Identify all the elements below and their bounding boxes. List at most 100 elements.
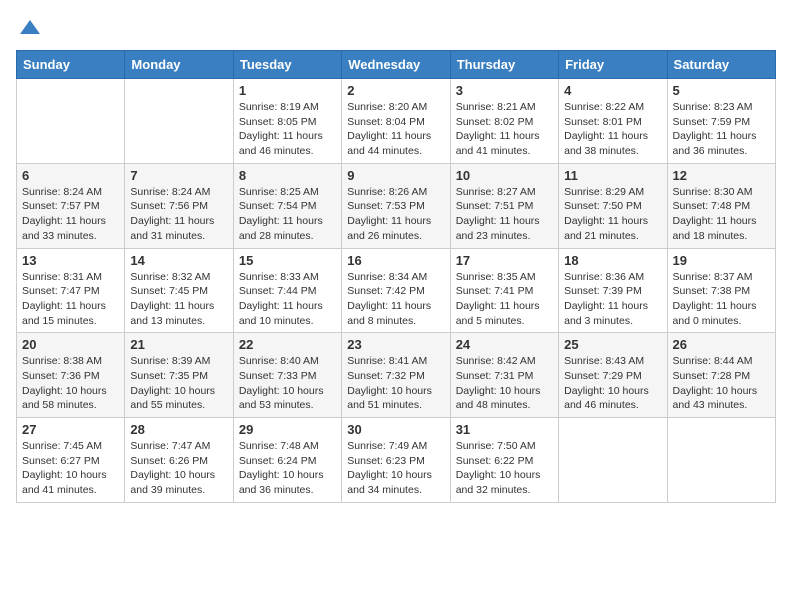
day-info: Sunrise: 8:37 AM Sunset: 7:38 PM Dayligh…	[673, 270, 770, 329]
day-number: 28	[130, 422, 227, 437]
weekday-wednesday: Wednesday	[342, 51, 450, 79]
calendar-cell: 19 Sunrise: 8:37 AM Sunset: 7:38 PM Dayli…	[667, 248, 775, 333]
calendar-cell: 17Sunrise: 8:35 AM Sunset: 7:41 PM Dayli…	[450, 248, 558, 333]
calendar-cell: 25 Sunrise: 8:43 AM Sunset: 7:29 PM Dayli…	[559, 333, 667, 418]
calendar-body: 1 Sunrise: 8:19 AM Sunset: 8:05 PM Daylig…	[17, 79, 776, 503]
calendar-cell: 29 Sunrise: 7:48 AM Sunset: 6:24 PM Dayli…	[233, 418, 341, 503]
day-info: Sunrise: 8:29 AM Sunset: 7:50 PM Dayligh…	[564, 185, 661, 244]
day-info: Sunrise: 8:22 AM Sunset: 8:01 PM Dayligh…	[564, 100, 661, 159]
day-info: Sunrise: 8:34 AM Sunset: 7:42 PM Dayligh…	[347, 270, 444, 329]
calendar-cell: 13Sunrise: 8:31 AM Sunset: 7:47 PM Dayli…	[17, 248, 125, 333]
calendar-cell: 26 Sunrise: 8:44 AM Sunset: 7:28 PM Dayli…	[667, 333, 775, 418]
day-number: 29	[239, 422, 336, 437]
day-info: Sunrise: 8:25 AM Sunset: 7:54 PM Dayligh…	[239, 185, 336, 244]
day-number: 5	[673, 83, 770, 98]
day-info: Sunrise: 8:44 AM Sunset: 7:28 PM Dayligh…	[673, 354, 770, 413]
day-number: 9	[347, 168, 444, 183]
day-number: 10	[456, 168, 553, 183]
day-info: Sunrise: 8:39 AM Sunset: 7:35 PM Dayligh…	[130, 354, 227, 413]
weekday-friday: Friday	[559, 51, 667, 79]
calendar-cell: 1 Sunrise: 8:19 AM Sunset: 8:05 PM Daylig…	[233, 79, 341, 164]
calendar-cell: 10 Sunrise: 8:27 AM Sunset: 7:51 PM Dayli…	[450, 163, 558, 248]
week-row-3: 13Sunrise: 8:31 AM Sunset: 7:47 PM Dayli…	[17, 248, 776, 333]
day-info: Sunrise: 7:47 AM Sunset: 6:26 PM Dayligh…	[130, 439, 227, 498]
day-info: Sunrise: 7:45 AM Sunset: 6:27 PM Dayligh…	[22, 439, 119, 498]
day-number: 3	[456, 83, 553, 98]
calendar-cell: 8Sunrise: 8:25 AM Sunset: 7:54 PM Daylig…	[233, 163, 341, 248]
day-info: Sunrise: 8:24 AM Sunset: 7:57 PM Dayligh…	[22, 185, 119, 244]
day-info: Sunrise: 7:49 AM Sunset: 6:23 PM Dayligh…	[347, 439, 444, 498]
day-number: 19	[673, 253, 770, 268]
day-number: 23	[347, 337, 444, 352]
day-info: Sunrise: 8:38 AM Sunset: 7:36 PM Dayligh…	[22, 354, 119, 413]
day-info: Sunrise: 8:30 AM Sunset: 7:48 PM Dayligh…	[673, 185, 770, 244]
day-info: Sunrise: 8:42 AM Sunset: 7:31 PM Dayligh…	[456, 354, 553, 413]
calendar-cell: 30 Sunrise: 7:49 AM Sunset: 6:23 PM Dayli…	[342, 418, 450, 503]
day-number: 14	[130, 253, 227, 268]
calendar-cell: 18Sunrise: 8:36 AM Sunset: 7:39 PM Dayli…	[559, 248, 667, 333]
day-info: Sunrise: 8:23 AM Sunset: 7:59 PM Dayligh…	[673, 100, 770, 159]
week-row-5: 27Sunrise: 7:45 AM Sunset: 6:27 PM Dayli…	[17, 418, 776, 503]
calendar-cell: 15 Sunrise: 8:33 AM Sunset: 7:44 PM Dayli…	[233, 248, 341, 333]
calendar-cell	[125, 79, 233, 164]
calendar-cell: 23Sunrise: 8:41 AM Sunset: 7:32 PM Dayli…	[342, 333, 450, 418]
calendar-cell: 14 Sunrise: 8:32 AM Sunset: 7:45 PM Dayli…	[125, 248, 233, 333]
calendar-cell	[667, 418, 775, 503]
calendar-cell: 27Sunrise: 7:45 AM Sunset: 6:27 PM Dayli…	[17, 418, 125, 503]
day-info: Sunrise: 8:27 AM Sunset: 7:51 PM Dayligh…	[456, 185, 553, 244]
calendar-cell: 16 Sunrise: 8:34 AM Sunset: 7:42 PM Dayli…	[342, 248, 450, 333]
weekday-sunday: Sunday	[17, 51, 125, 79]
day-number: 24	[456, 337, 553, 352]
calendar-cell: 20 Sunrise: 8:38 AM Sunset: 7:36 PM Dayli…	[17, 333, 125, 418]
week-row-4: 20 Sunrise: 8:38 AM Sunset: 7:36 PM Dayli…	[17, 333, 776, 418]
day-info: Sunrise: 8:40 AM Sunset: 7:33 PM Dayligh…	[239, 354, 336, 413]
day-number: 6	[22, 168, 119, 183]
calendar-cell	[559, 418, 667, 503]
calendar-cell: 2 Sunrise: 8:20 AM Sunset: 8:04 PM Daylig…	[342, 79, 450, 164]
day-number: 15	[239, 253, 336, 268]
day-number: 26	[673, 337, 770, 352]
day-info: Sunrise: 7:50 AM Sunset: 6:22 PM Dayligh…	[456, 439, 553, 498]
page-header	[16, 16, 776, 40]
day-info: Sunrise: 8:33 AM Sunset: 7:44 PM Dayligh…	[239, 270, 336, 329]
day-number: 30	[347, 422, 444, 437]
day-info: Sunrise: 8:43 AM Sunset: 7:29 PM Dayligh…	[564, 354, 661, 413]
day-info: Sunrise: 8:32 AM Sunset: 7:45 PM Dayligh…	[130, 270, 227, 329]
calendar-cell: 6 Sunrise: 8:24 AM Sunset: 7:57 PM Daylig…	[17, 163, 125, 248]
day-number: 21	[130, 337, 227, 352]
day-info: Sunrise: 8:24 AM Sunset: 7:56 PM Dayligh…	[130, 185, 227, 244]
day-info: Sunrise: 8:26 AM Sunset: 7:53 PM Dayligh…	[347, 185, 444, 244]
calendar-cell: 7Sunrise: 8:24 AM Sunset: 7:56 PM Daylig…	[125, 163, 233, 248]
weekday-thursday: Thursday	[450, 51, 558, 79]
day-number: 25	[564, 337, 661, 352]
day-number: 2	[347, 83, 444, 98]
logo-icon	[18, 16, 42, 40]
calendar-cell: 24 Sunrise: 8:42 AM Sunset: 7:31 PM Dayli…	[450, 333, 558, 418]
day-number: 1	[239, 83, 336, 98]
week-row-2: 6 Sunrise: 8:24 AM Sunset: 7:57 PM Daylig…	[17, 163, 776, 248]
calendar-cell: 5 Sunrise: 8:23 AM Sunset: 7:59 PM Daylig…	[667, 79, 775, 164]
day-info: Sunrise: 8:19 AM Sunset: 8:05 PM Dayligh…	[239, 100, 336, 159]
day-info: Sunrise: 8:20 AM Sunset: 8:04 PM Dayligh…	[347, 100, 444, 159]
day-info: Sunrise: 7:48 AM Sunset: 6:24 PM Dayligh…	[239, 439, 336, 498]
calendar-cell: 11Sunrise: 8:29 AM Sunset: 7:50 PM Dayli…	[559, 163, 667, 248]
day-number: 4	[564, 83, 661, 98]
calendar-cell: 31 Sunrise: 7:50 AM Sunset: 6:22 PM Dayli…	[450, 418, 558, 503]
day-number: 20	[22, 337, 119, 352]
day-info: Sunrise: 8:35 AM Sunset: 7:41 PM Dayligh…	[456, 270, 553, 329]
calendar-cell: 28 Sunrise: 7:47 AM Sunset: 6:26 PM Dayli…	[125, 418, 233, 503]
day-number: 13	[22, 253, 119, 268]
logo	[16, 16, 42, 40]
day-number: 16	[347, 253, 444, 268]
day-number: 12	[673, 168, 770, 183]
day-number: 31	[456, 422, 553, 437]
day-info: Sunrise: 8:21 AM Sunset: 8:02 PM Dayligh…	[456, 100, 553, 159]
calendar-cell: 4 Sunrise: 8:22 AM Sunset: 8:01 PM Daylig…	[559, 79, 667, 164]
calendar-cell: 9 Sunrise: 8:26 AM Sunset: 7:53 PM Daylig…	[342, 163, 450, 248]
weekday-monday: Monday	[125, 51, 233, 79]
calendar-cell: 3 Sunrise: 8:21 AM Sunset: 8:02 PM Daylig…	[450, 79, 558, 164]
weekday-saturday: Saturday	[667, 51, 775, 79]
calendar-table: SundayMondayTuesdayWednesdayThursdayFrid…	[16, 50, 776, 503]
weekday-tuesday: Tuesday	[233, 51, 341, 79]
weekday-header-row: SundayMondayTuesdayWednesdayThursdayFrid…	[17, 51, 776, 79]
